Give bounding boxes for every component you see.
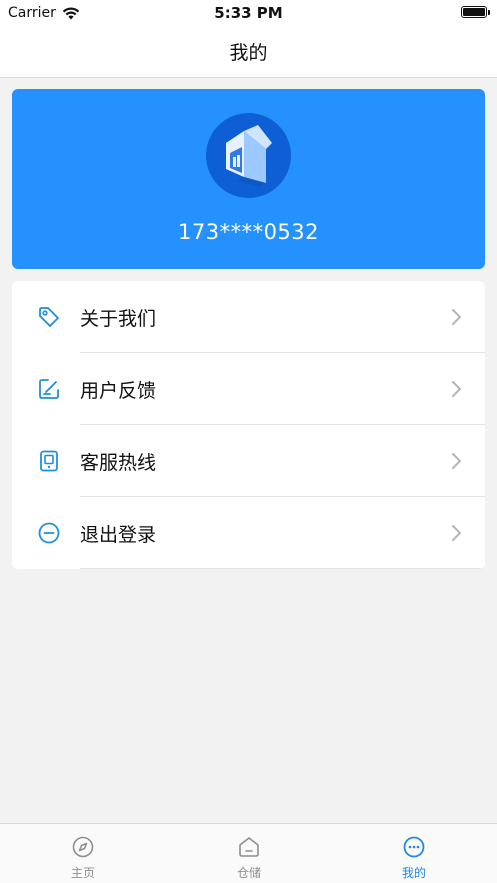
chevron-right-icon	[452, 525, 461, 541]
menu-item-about-us[interactable]: 关于我们	[12, 281, 485, 353]
warehouse-logo-icon	[226, 125, 272, 187]
tab-label: 仓储	[236, 866, 261, 880]
tab-label: 我的	[401, 866, 426, 880]
chevron-right-icon	[452, 453, 461, 469]
minus-circle-icon	[38, 522, 60, 544]
status-time: 5:33 PM	[214, 4, 283, 22]
tab-bar: 主页 仓储 我的	[0, 823, 497, 883]
tab-warehouse[interactable]: 仓储	[166, 824, 332, 883]
menu-item-logout[interactable]: 退出登录	[12, 497, 485, 569]
edit-icon	[39, 379, 59, 399]
nav-bar: 我的	[0, 26, 497, 78]
page-title: 我的	[229, 42, 268, 64]
phone-device-icon	[40, 450, 58, 472]
chevron-right-icon	[452, 309, 461, 325]
battery-fill	[463, 8, 485, 16]
menu-item-label: 用户反馈	[80, 379, 157, 402]
menu-item-hotline[interactable]: 客服热线	[12, 425, 485, 497]
more-circle-icon	[403, 836, 425, 858]
menu-item-label: 客服热线	[80, 451, 157, 474]
tag-icon	[39, 307, 59, 327]
tab-mine[interactable]: 我的	[331, 824, 497, 883]
settings-menu: 关于我们 用户反馈 客服热线 退出登录	[12, 281, 485, 569]
status-bar: Carrier 5:33 PM	[0, 0, 497, 26]
compass-icon	[72, 836, 94, 858]
avatar[interactable]	[206, 113, 291, 198]
user-phone: 173****0532	[177, 220, 320, 244]
menu-item-label: 退出登录	[80, 523, 157, 546]
chevron-right-icon	[452, 381, 461, 397]
house-icon	[239, 837, 259, 857]
battery-icon	[461, 6, 490, 18]
divider	[80, 568, 485, 569]
tab-home[interactable]: 主页	[0, 824, 166, 883]
menu-item-label: 关于我们	[80, 307, 157, 330]
menu-item-feedback[interactable]: 用户反馈	[12, 353, 485, 425]
tab-label: 主页	[70, 866, 95, 880]
profile-card: 173****0532	[12, 89, 485, 269]
